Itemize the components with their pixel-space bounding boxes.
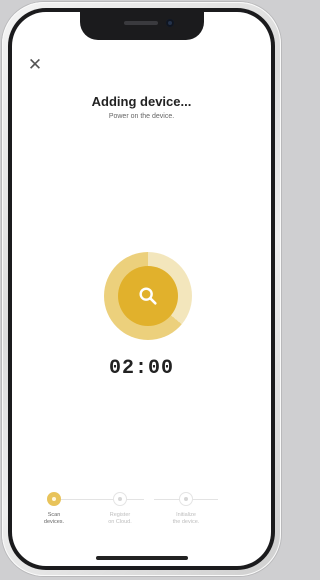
step-dot-pending	[113, 492, 127, 506]
home-indicator[interactable]	[95, 556, 188, 560]
step-scan-devices: Scan devices.	[26, 490, 82, 525]
progress-steps: Scan devices. Register on Cloud. Initial…	[44, 490, 253, 540]
close-button[interactable]: ✕	[26, 56, 44, 74]
app-screen: ✕ Adding device... Power on the device. …	[12, 12, 271, 566]
step-initialize-device: Initialize the device.	[158, 490, 214, 525]
notch	[79, 12, 204, 40]
phone-frame: ✕ Adding device... Power on the device. …	[2, 2, 281, 576]
scanning-indicator	[118, 266, 178, 326]
page-subtitle: Power on the device.	[108, 113, 175, 120]
step-dot-active	[47, 492, 61, 506]
front-camera-icon	[165, 19, 174, 27]
step-label: Scan devices.	[43, 512, 65, 525]
countdown-timer: 02:00	[108, 357, 174, 380]
speaker-grille	[123, 21, 158, 25]
step-label: Initialize the device.	[172, 512, 200, 525]
close-icon: ✕	[27, 55, 43, 74]
step-dot-pending	[179, 492, 193, 506]
search-icon	[139, 287, 157, 305]
step-register-on-cloud: Register on Cloud.	[92, 490, 148, 525]
scanning-progress-ring	[104, 252, 192, 340]
phone-bezel: ✕ Adding device... Power on the device. …	[8, 8, 275, 570]
page-title: Adding device...	[91, 94, 192, 109]
step-label: Register on Cloud.	[108, 512, 132, 525]
